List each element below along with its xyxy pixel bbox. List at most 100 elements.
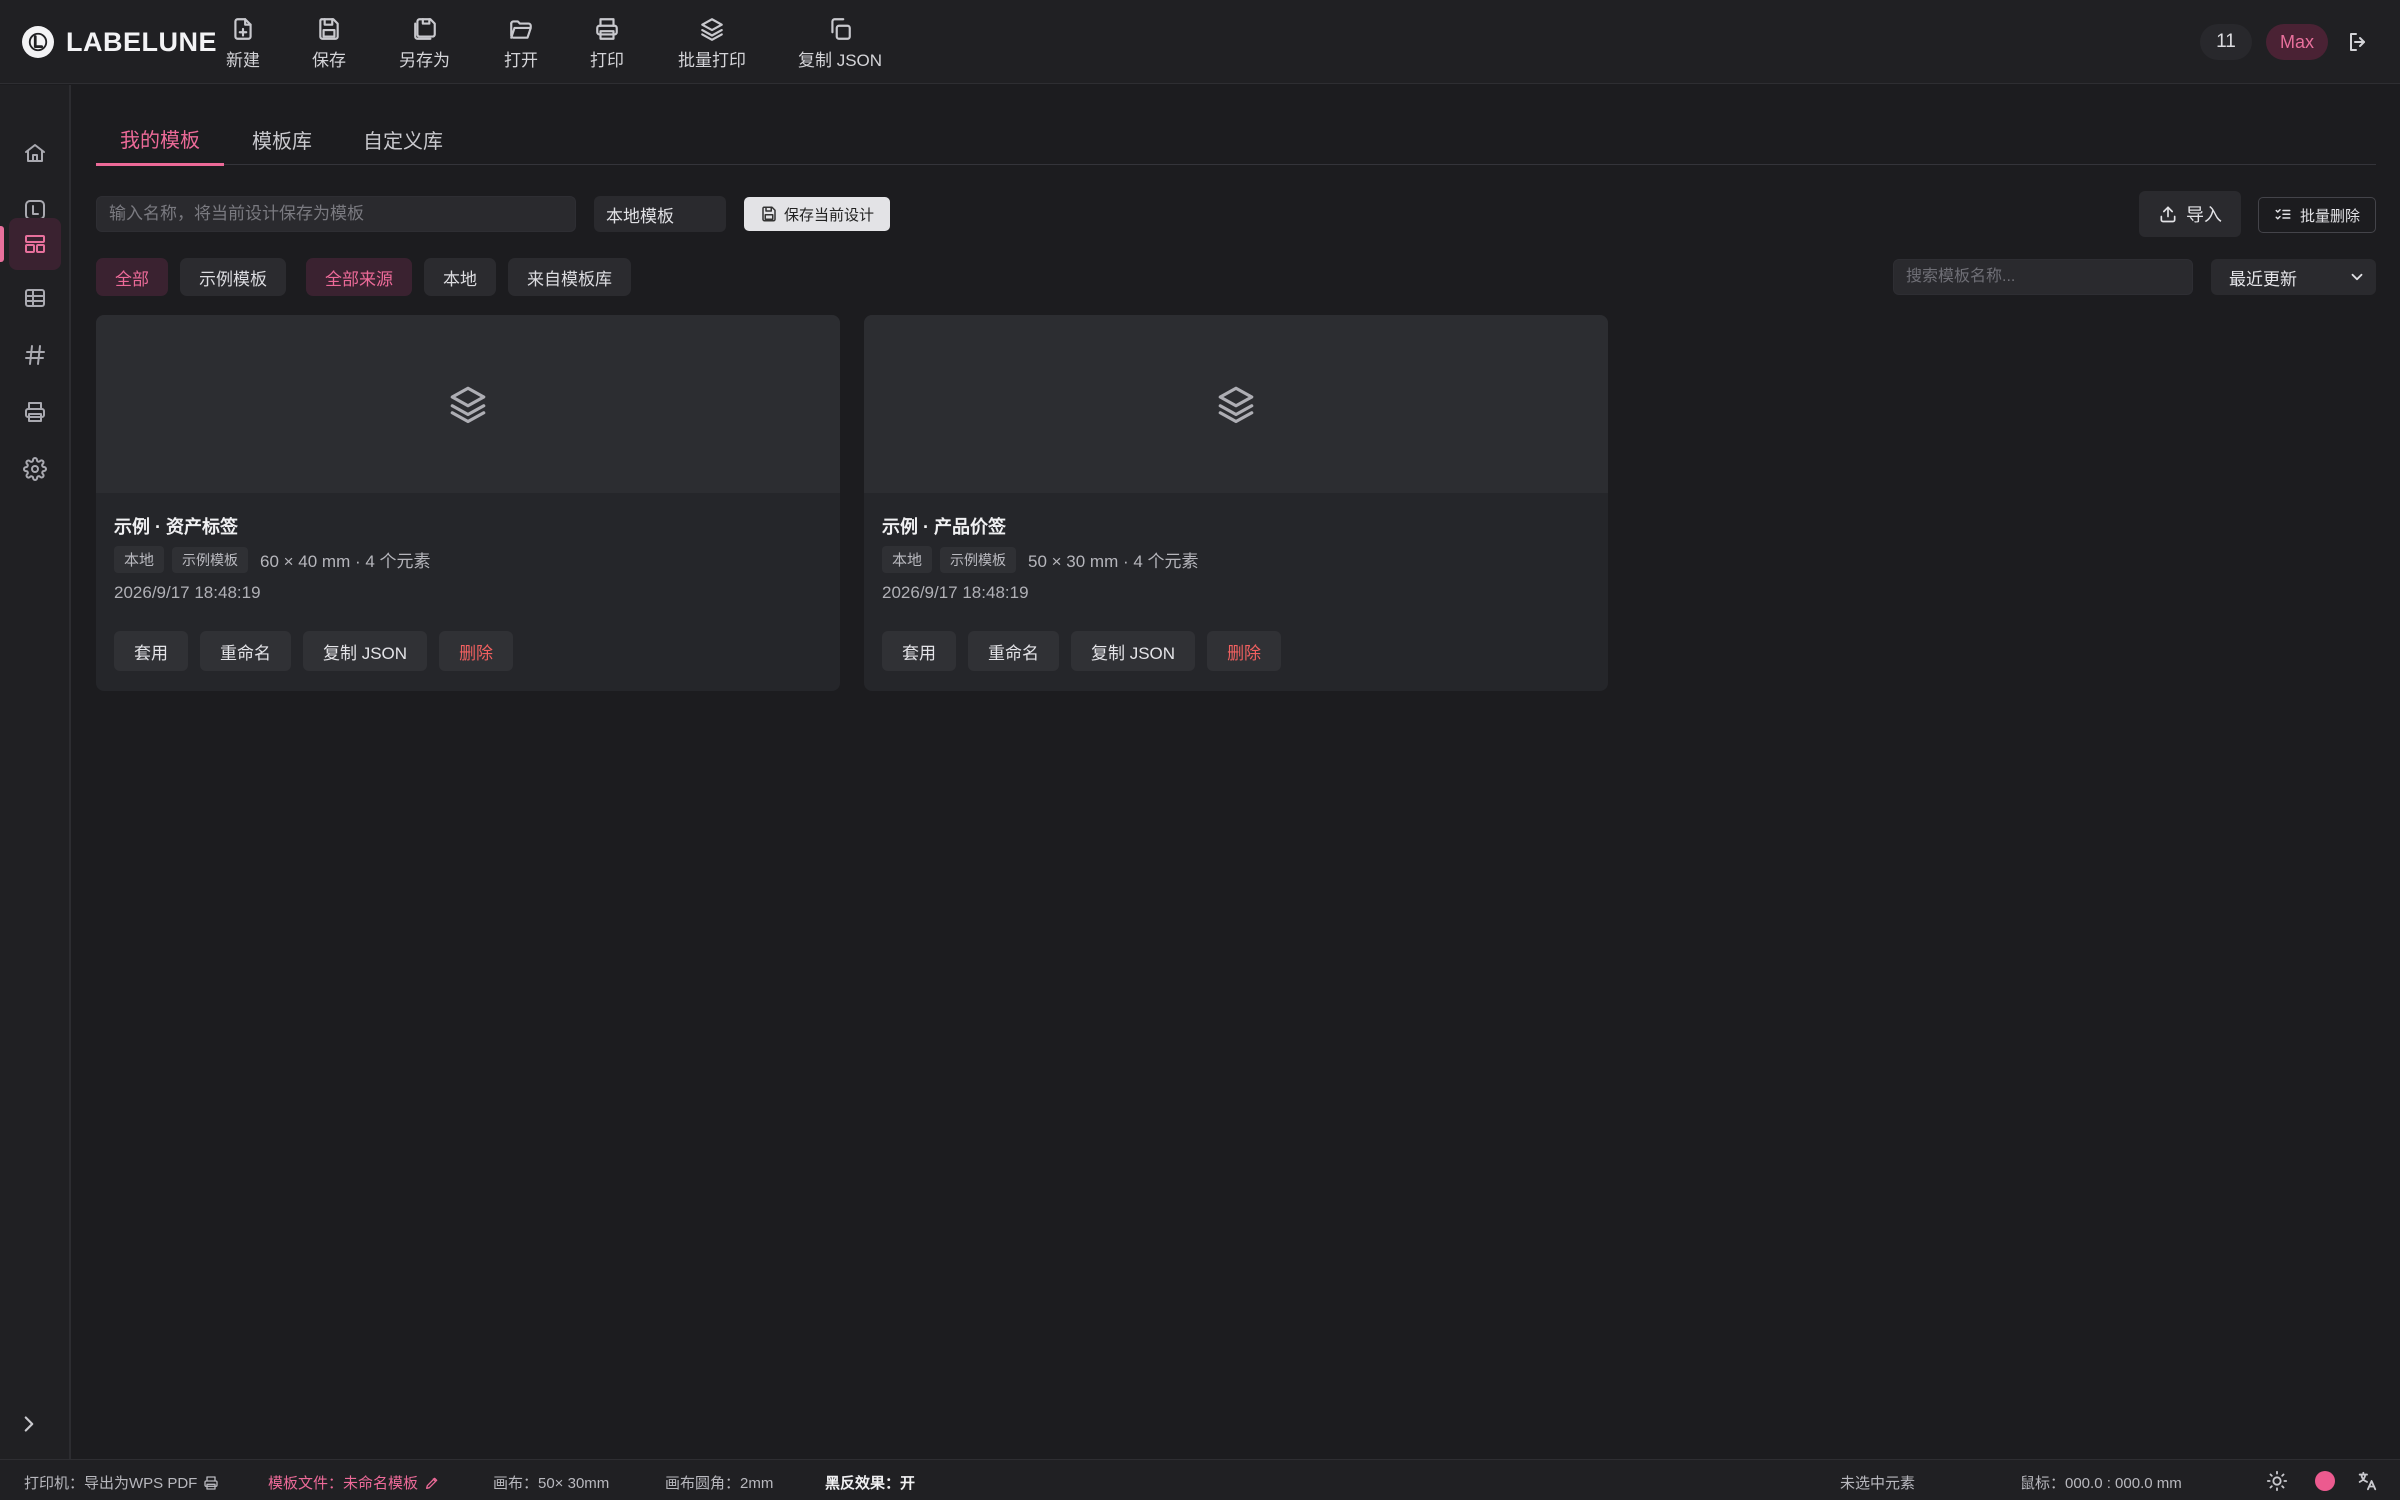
- template-actions: 套用 重命名 复制 JSON 删除: [114, 631, 514, 671]
- open-button[interactable]: 打开: [504, 16, 538, 71]
- template-meta: 本地 示例模板 60 × 40 mm · 4 个元素: [114, 546, 431, 573]
- status-template-file[interactable]: 模板文件：未命名模板: [268, 1472, 440, 1493]
- rename-button[interactable]: 重命名: [200, 631, 291, 671]
- checklist-icon: [2275, 209, 2291, 220]
- sidebar-active-indicator: [0, 226, 4, 262]
- home-icon: [25, 144, 45, 162]
- tag-sample: 示例模板: [172, 546, 249, 573]
- printer-icon: [596, 18, 618, 40]
- save-as-button[interactable]: 另存为: [399, 16, 450, 71]
- copy-json-button[interactable]: 复制 JSON: [798, 16, 882, 71]
- status-bar: 打印机：导出为WPS PDF 模板文件：未命名模板 画布：50× 30mm 画布…: [0, 1459, 2400, 1500]
- save-label: 保存: [312, 51, 346, 70]
- table-icon: [25, 289, 45, 307]
- sidebar-item-numbering[interactable]: [9, 329, 61, 381]
- batch-delete-button[interactable]: 批量删除: [2258, 197, 2376, 233]
- save-as-icon: [413, 18, 436, 40]
- status-printer-text: 打印机：导出为WPS PDF: [24, 1475, 198, 1492]
- filter-all-sources[interactable]: 全部来源: [306, 258, 412, 296]
- layers-icon: [1218, 386, 1254, 424]
- template-actions: 套用 重命名 复制 JSON 删除: [882, 631, 1282, 671]
- apply-button[interactable]: 套用: [882, 631, 956, 671]
- chevron-right-icon[interactable]: [16, 1411, 42, 1437]
- template-dimensions: 50 × 30 mm · 4 个元素: [1028, 552, 1199, 571]
- sun-icon[interactable]: [2266, 1470, 2288, 1492]
- template-card[interactable]: 示例 · 资产标签 本地 示例模板 60 × 40 mm · 4 个元素 202…: [96, 315, 840, 691]
- save-button[interactable]: 保存: [312, 16, 346, 71]
- tab-bar: 我的模板 模板库 自定义库: [96, 113, 2376, 166]
- template-search-input[interactable]: [1893, 259, 2193, 295]
- import-label: 导入: [2186, 205, 2222, 225]
- print-button[interactable]: 打印: [590, 16, 624, 71]
- status-canvas-size: 画布：50× 30mm: [493, 1475, 610, 1492]
- import-button[interactable]: 导入: [2139, 191, 2241, 237]
- pencil-icon: [426, 1477, 438, 1489]
- tab-template-library[interactable]: 模板库: [228, 113, 336, 165]
- open-label: 打开: [504, 51, 538, 70]
- batch-print-button[interactable]: 批量打印: [678, 16, 746, 71]
- app-logo[interactable]: LABELUNE: [22, 22, 217, 62]
- sidebar: [0, 85, 71, 1459]
- template-title: 示例 · 产品价签: [882, 517, 1006, 537]
- logo-icon: [22, 26, 54, 58]
- gear-icon: [23, 457, 47, 481]
- template-meta: 本地 示例模板 50 × 30 mm · 4 个元素: [882, 546, 1199, 573]
- sort-select[interactable]: 最近更新: [2211, 259, 2376, 295]
- batch-delete-label: 批量删除: [2299, 207, 2360, 225]
- rename-button[interactable]: 重命名: [968, 631, 1059, 671]
- file-plus-icon: [234, 18, 252, 40]
- delete-button[interactable]: 删除: [1207, 631, 1282, 671]
- tab-my-templates[interactable]: 我的模板: [96, 113, 224, 166]
- accent-color-picker[interactable]: [2315, 1471, 2335, 1491]
- tag-sample: 示例模板: [940, 546, 1017, 573]
- chevron-down-icon: [2351, 273, 2363, 281]
- save-current-label: 保存当前设计: [783, 206, 874, 224]
- user-avatar[interactable]: Max: [2266, 24, 2328, 60]
- filter-all[interactable]: 全部: [96, 258, 168, 296]
- tab-custom-library[interactable]: 自定义库: [339, 113, 467, 165]
- batch-print-label: 批量打印: [678, 51, 746, 70]
- layers-icon: [701, 18, 723, 41]
- logout-icon[interactable]: [2346, 30, 2370, 54]
- new-button[interactable]: 新建: [226, 16, 260, 71]
- sort-value: 最近更新: [2229, 269, 2297, 289]
- template-scope-select[interactable]: 本地模板: [594, 196, 726, 232]
- copy-icon: [831, 18, 851, 40]
- template-date: 2026/9/17 18:48:19: [882, 583, 1029, 602]
- print-label: 打印: [590, 51, 624, 70]
- delete-button[interactable]: 删除: [439, 631, 514, 671]
- copy-json-label: 复制 JSON: [798, 51, 883, 70]
- filter-from-library[interactable]: 来自模板库: [508, 258, 631, 296]
- main-content: 我的模板 模板库 自定义库 本地模板 保存当前设计 导入 批量删除 全部 示例模…: [72, 85, 2400, 1459]
- template-name-input[interactable]: [96, 196, 576, 232]
- sidebar-item-home[interactable]: [9, 127, 61, 179]
- upload-icon: [2160, 206, 2176, 223]
- save-current-design-button[interactable]: 保存当前设计: [744, 197, 890, 231]
- folder-open-icon: [510, 20, 532, 39]
- filter-local[interactable]: 本地: [424, 258, 496, 296]
- printer-icon: [204, 1475, 219, 1490]
- app-name: LABELUNE: [66, 26, 217, 57]
- copy-json-button[interactable]: 复制 JSON: [1071, 631, 1196, 671]
- template-title: 示例 · 资产标签: [114, 517, 238, 537]
- status-canvas-corner: 画布圆角：2mm: [665, 1475, 774, 1492]
- new-label: 新建: [226, 51, 260, 70]
- printer-icon: [25, 402, 45, 422]
- save-as-label: 另存为: [399, 51, 450, 70]
- sidebar-item-table[interactable]: [9, 272, 61, 324]
- sidebar-item-settings[interactable]: [9, 443, 61, 495]
- copy-json-button[interactable]: 复制 JSON: [303, 631, 428, 671]
- template-card[interactable]: 示例 · 产品价签 本地 示例模板 50 × 30 mm · 4 个元素 202…: [864, 315, 1608, 691]
- status-invert[interactable]: 黑反效果：开: [825, 1472, 915, 1493]
- save-icon: [319, 18, 339, 40]
- filter-sample-templates[interactable]: 示例模板: [180, 258, 286, 296]
- tag-local: 本地: [882, 546, 933, 573]
- sidebar-item-templates[interactable]: [9, 218, 61, 270]
- sidebar-item-print[interactable]: [9, 386, 61, 438]
- apply-button[interactable]: 套用: [114, 631, 188, 671]
- status-printer[interactable]: 打印机：导出为WPS PDF: [24, 1472, 219, 1493]
- translate-icon[interactable]: [2356, 1470, 2378, 1492]
- status-template-file-text: 模板文件：未命名模板: [268, 1475, 419, 1492]
- template-date: 2026/9/17 18:48:19: [114, 583, 261, 602]
- counter-badge[interactable]: 11: [2200, 24, 2252, 60]
